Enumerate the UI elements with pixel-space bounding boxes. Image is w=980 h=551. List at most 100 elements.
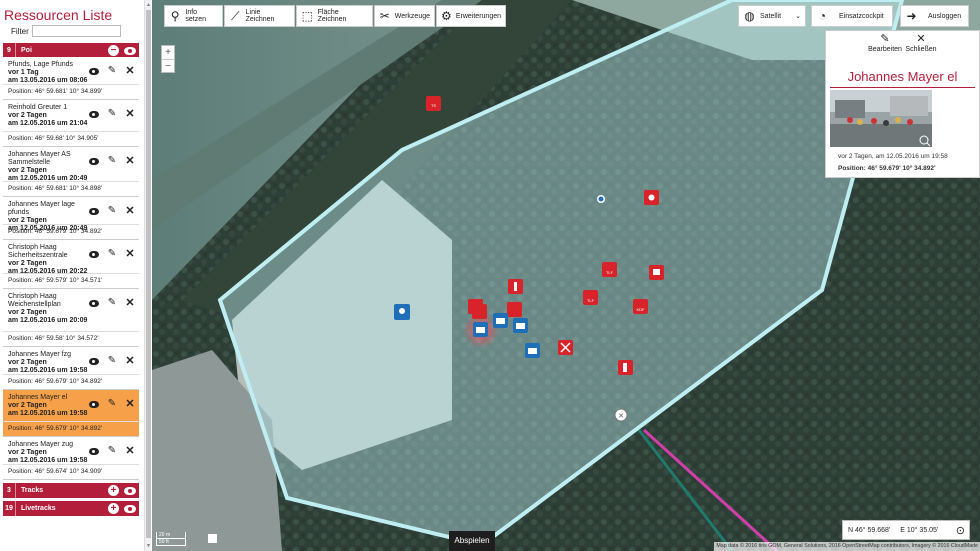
delete-icon[interactable]: ✕ [125, 66, 135, 77]
tools-button[interactable]: ✂ Werkzeuge [374, 5, 435, 27]
eye-icon[interactable] [89, 110, 99, 118]
eye-icon[interactable] [89, 400, 99, 408]
pencil-icon[interactable]: ✎ [107, 356, 117, 366]
draw-line-label: Linie Zeichnen [245, 9, 275, 23]
poi-photo[interactable] [830, 90, 932, 147]
info-set-button[interactable]: ⚲ Info setzen [164, 5, 223, 27]
poi-list-item[interactable]: Christoph Haag Weichenstellplan vor 2 Tag… [3, 289, 139, 347]
delete-icon[interactable]: ✕ [125, 399, 135, 410]
eye-icon[interactable] [124, 504, 136, 513]
section-header-poi[interactable]: 9 Poi − [3, 43, 139, 58]
draw-area-button[interactable]: ⬚ Fläche Zeichnen [296, 5, 373, 27]
poi-list-item[interactable]: Johannes Mayer lage pfunds vor 2 Tagen am … [3, 197, 139, 240]
map-pin-icon: ⚲ [170, 9, 180, 23]
zoom-out-button[interactable]: − [162, 60, 174, 73]
collapse-icon[interactable]: − [108, 45, 119, 56]
eye-icon[interactable] [89, 299, 99, 307]
delete-icon[interactable]: ✕ [125, 156, 135, 167]
scale-meters: 20 m [156, 532, 186, 539]
pencil-icon[interactable]: ✎ [107, 66, 117, 76]
pencil-icon[interactable]: ✎ [107, 206, 117, 216]
poi-item-date: am 12.05.2016 um 20:22 [8, 268, 88, 275]
draw-line-button[interactable]: ⟋ Linie Zeichnen [224, 5, 295, 27]
globe-icon: ◍ [744, 9, 755, 23]
map-marker-hose[interactable] [508, 279, 523, 294]
delete-icon[interactable]: ✕ [125, 446, 135, 457]
map-marker-tlf[interactable]: TLF [602, 262, 617, 277]
scroll-up-icon[interactable]: ▲ [146, 2, 151, 8]
delete-icon[interactable]: ✕ [125, 298, 135, 309]
eye-icon[interactable] [89, 357, 99, 365]
scale-toggle[interactable] [208, 534, 217, 543]
filter-input[interactable] [32, 25, 121, 37]
map-marker-close[interactable]: ✕ [614, 408, 628, 422]
eye-icon[interactable] [89, 67, 99, 75]
layer-select[interactable]: ◍ Satellit ⌄ [738, 5, 806, 27]
map-marker-info[interactable] [394, 304, 410, 320]
map-marker-camera[interactable] [513, 318, 528, 333]
pencil-icon[interactable]: ✎ [107, 249, 117, 259]
delete-icon[interactable]: ✕ [125, 356, 135, 367]
line-icon: ⟋ [231, 9, 240, 23]
poi-item-ago: vor 2 Tagen [8, 359, 47, 366]
section-header-tracks[interactable]: 3 Tracks + [3, 483, 139, 498]
map-marker-kdf[interactable]: KDF [633, 299, 648, 314]
extensions-button[interactable]: ⚙ Erweiterungen [436, 5, 506, 27]
map-marker-extinguisher[interactable] [618, 360, 633, 375]
poi-list-item[interactable]: Pfunds, Lage Pfunds vor 1 Tag am 13.05.201… [3, 57, 139, 100]
poi-list-item[interactable]: Johannes Mayer AS Sammelstelle vor 2 Tage… [3, 147, 139, 197]
crosshair-icon[interactable]: ⊙ [956, 524, 965, 537]
eye-icon[interactable] [89, 157, 99, 165]
eye-icon[interactable] [124, 486, 136, 495]
delete-icon[interactable]: ✕ [125, 206, 135, 217]
pencil-icon[interactable]: ✎ [107, 156, 117, 166]
expand-icon[interactable]: + [108, 485, 119, 496]
map-marker-valve[interactable] [649, 265, 664, 280]
scale-feet: 50 ft [156, 539, 186, 546]
poi-info-panel: ✎ Bearbeiten ✕ Schließen Johannes Mayer … [825, 30, 980, 178]
poi-item-ago: vor 1 Tag [8, 69, 39, 76]
delete-icon[interactable]: ✕ [125, 249, 135, 260]
scroll-down-icon[interactable]: ▼ [146, 543, 151, 549]
pencil-icon[interactable]: ✎ [107, 298, 117, 308]
longitude-value: E 10° 35.05' [900, 526, 939, 534]
eye-icon[interactable] [89, 447, 99, 455]
play-button[interactable]: Abspielen [449, 531, 495, 551]
pencil-icon[interactable]: ✎ [107, 109, 117, 119]
poi-item-name: Johannes Mayer fzg [8, 351, 72, 358]
poi-item-text: Christoph Haag Sicherheitszentrale vor 2 … [8, 244, 92, 276]
poi-list-item[interactable]: Johannes Mayer el vor 2 Tagen am 12.05.201… [3, 390, 139, 437]
map-marker-camera[interactable] [493, 313, 508, 328]
pencil-icon[interactable]: ✎ [107, 399, 117, 409]
poi-list-item[interactable]: Johannes Mayer fzg vor 2 Tagen am 12.05.20… [3, 347, 139, 390]
section-count: 9 [3, 43, 16, 58]
scrollbar-thumb[interactable] [146, 10, 151, 538]
map-marker-tlf[interactable]: TLF [583, 290, 598, 305]
map-marker-camera[interactable] [525, 343, 540, 358]
logout-button[interactable]: ➜ Ausloggen [900, 5, 969, 27]
map-marker-ts[interactable]: TS [426, 96, 441, 111]
map-marker-position[interactable] [597, 195, 605, 203]
eye-icon[interactable] [89, 250, 99, 258]
expand-icon[interactable]: + [108, 503, 119, 514]
poi-item-ago: vor 2 Tagen [8, 260, 47, 267]
section-header-livetracks[interactable]: 19 Livetracks + [3, 501, 139, 516]
map-marker-hydrant[interactable] [644, 190, 659, 205]
eye-icon[interactable] [89, 207, 99, 215]
sidebar-scrollbar[interactable]: ▲ ▼ [144, 0, 151, 551]
zoom-in-button[interactable]: + [162, 46, 174, 59]
map-marker-camera[interactable] [473, 322, 488, 337]
poi-list-item[interactable]: Christoph Haag Sicherheitszentrale vor 2 … [3, 240, 139, 289]
cockpit-button[interactable]: ◔ Einsatzcockpit [811, 5, 893, 27]
delete-icon[interactable]: ✕ [125, 109, 135, 120]
poi-item-date: am 12.05.2016 um 21:04 [8, 120, 88, 127]
map-marker-tools[interactable] [558, 340, 573, 355]
poi-list-item[interactable]: Johannes Mayer zug vor 2 Tagen am 12.05.20… [3, 437, 139, 480]
poi-list-item[interactable]: Reinhold Greuter 1 vor 2 Tagen am 12.05.20… [3, 100, 139, 147]
eye-icon[interactable] [124, 46, 136, 55]
edit-button[interactable]: ✎ Bearbeiten [868, 33, 902, 53]
logout-label: Ausloggen [928, 12, 962, 20]
filter-label: Filter [11, 27, 29, 36]
pencil-icon[interactable]: ✎ [107, 446, 117, 456]
close-button[interactable]: ✕ Schließen [904, 33, 938, 53]
